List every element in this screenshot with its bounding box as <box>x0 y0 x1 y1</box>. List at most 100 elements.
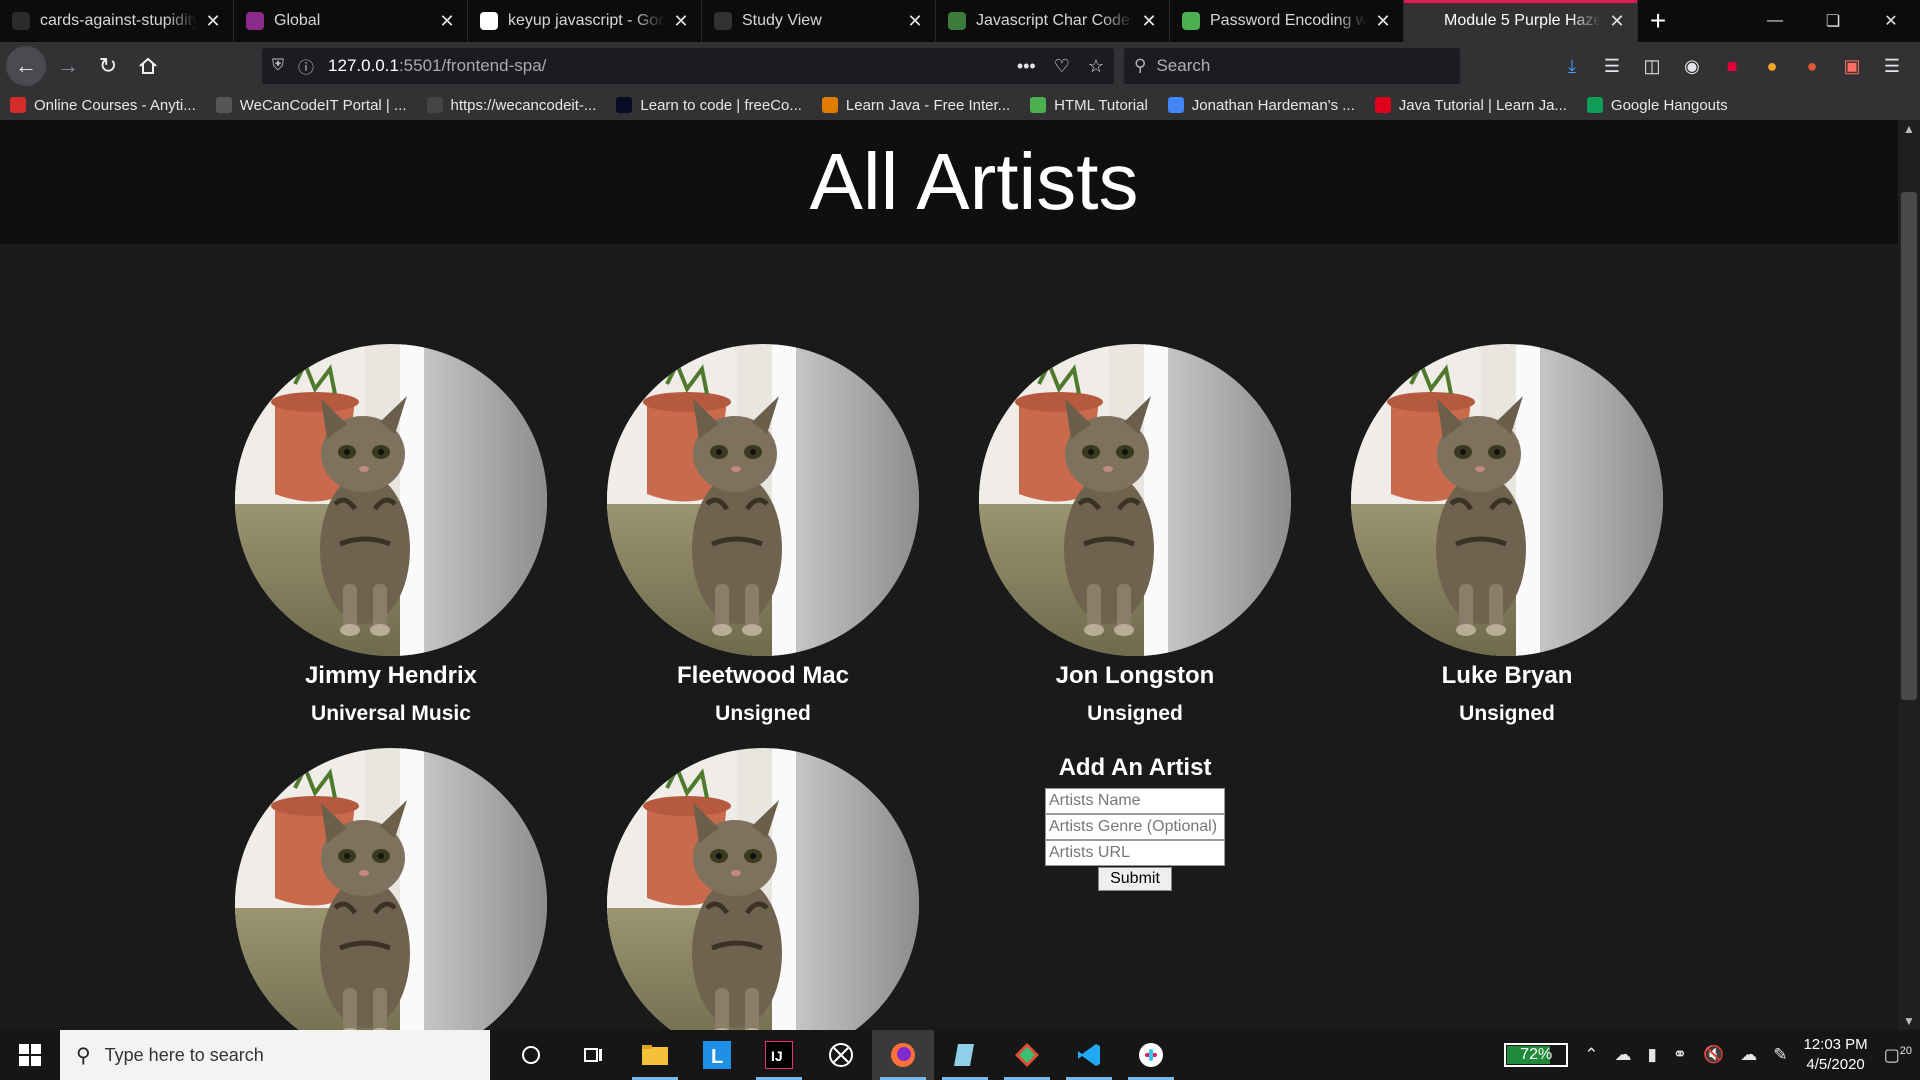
pocket-icon[interactable]: ♡ <box>1054 56 1070 77</box>
notifications-icon[interactable]: ▢20 <box>1884 1045 1912 1066</box>
restore-button[interactable]: ❏ <box>1804 0 1862 42</box>
onedrive-icon[interactable]: ☁ <box>1614 1045 1631 1065</box>
browser-tab[interactable]: Module 5 Purple Haze ✕ <box>1404 0 1638 42</box>
artist-url-input[interactable] <box>1045 840 1225 866</box>
reload-button[interactable]: ↻ <box>88 46 128 86</box>
artist-card[interactable]: Luke Bryan Unsigned <box>1351 344 1663 726</box>
scroll-down-icon[interactable]: ▼ <box>1898 1014 1920 1028</box>
tab-close-icon[interactable]: ✕ <box>671 11 691 32</box>
artist-card[interactable]: Fleetwood Mac Unsigned <box>607 344 919 726</box>
windows-icon <box>19 1044 41 1066</box>
browser-tab[interactable]: cards-against-stupidity/ ✕ <box>0 0 234 42</box>
artist-record-label: Universal Music <box>311 702 471 725</box>
vscode-icon[interactable] <box>1058 1030 1120 1080</box>
intellij-icon[interactable]: IJ <box>748 1030 810 1080</box>
back-button[interactable]: ← <box>6 46 46 86</box>
home-button[interactable] <box>128 46 168 86</box>
extension-honey-icon[interactable]: ● <box>1756 50 1788 82</box>
close-window-button[interactable]: ✕ <box>1862 0 1920 42</box>
library-icon[interactable]: ☰ <box>1596 50 1628 82</box>
bookmark-star-icon[interactable]: ☆ <box>1088 56 1104 77</box>
address-bar[interactable]: ⛨ ⓘ 127.0.0.1:5501/frontend-spa/ ••• ♡ ☆ <box>262 48 1114 84</box>
tab-close-icon[interactable]: ✕ <box>1607 11 1627 32</box>
bookmark-label: Learn to code | freeCo... <box>640 96 802 114</box>
artist-name-input[interactable] <box>1045 788 1225 814</box>
page-scrollbar[interactable]: ▲ ▼ <box>1898 120 1920 1030</box>
scroll-up-icon[interactable]: ▲ <box>1898 122 1920 136</box>
artist-card[interactable] <box>235 748 547 1030</box>
extension-duckduckgo-icon[interactable]: ● <box>1796 50 1828 82</box>
artist-card[interactable]: Jimmy Hendrix Universal Music <box>235 344 547 726</box>
task-view-icon[interactable] <box>562 1030 624 1080</box>
bookmark-favicon-icon <box>1030 97 1047 113</box>
extension-ublock-icon[interactable]: ■ <box>1716 50 1748 82</box>
page-actions-icon[interactable]: ••• <box>1017 56 1036 77</box>
navigation-toolbar: ← → ↻ ⛨ ⓘ 127.0.0.1:5501/frontend-spa/ •… <box>0 42 1920 90</box>
firefox-icon[interactable] <box>872 1030 934 1080</box>
artist-card[interactable]: Jon Longston Unsigned <box>979 344 1291 726</box>
start-button[interactable] <box>0 1030 60 1080</box>
pen-icon[interactable]: ✎ <box>1773 1045 1787 1065</box>
app-l-icon[interactable]: L <box>686 1030 748 1080</box>
extension-screenshot-icon[interactable]: ▣ <box>1836 50 1868 82</box>
tab-title: Javascript Char Codes (K <box>976 12 1133 29</box>
taskbar-search-input[interactable]: ⚲ Type here to search <box>60 1030 490 1080</box>
browser-tab[interactable]: keyup javascript - Google ✕ <box>468 0 702 42</box>
file-explorer-icon[interactable] <box>624 1030 686 1080</box>
battery-indicator[interactable]: 72% <box>1504 1043 1569 1067</box>
slack-icon[interactable] <box>1120 1030 1182 1080</box>
wifi-icon[interactable]: ⚭ <box>1673 1045 1687 1065</box>
github-icon <box>12 12 30 30</box>
cloud-upload-icon[interactable]: ☁ <box>1740 1045 1757 1065</box>
chevron-up-icon[interactable]: ⌃ <box>1584 1045 1598 1065</box>
tab-strip: cards-against-stupidity/✕ Global ✕ keyup ja… <box>0 0 1920 42</box>
bookmark-label: Java Tutorial | Learn Ja... <box>1398 96 1567 114</box>
bookmark-item[interactable]: WeCanCodeIT Portal | ... <box>215 97 407 114</box>
search-input[interactable]: ⚲ Search <box>1124 48 1460 84</box>
browser-tab[interactable]: Global ✕ <box>234 0 468 42</box>
bookmark-item[interactable]: HTML Tutorial <box>1030 97 1148 114</box>
artist-genre-input[interactable] <box>1045 814 1225 840</box>
search-icon: ⚲ <box>76 1044 91 1067</box>
forward-button[interactable]: → <box>48 46 88 86</box>
bookmark-item[interactable]: Google Hangouts <box>1586 97 1728 114</box>
tab-close-icon[interactable]: ✕ <box>203 11 223 32</box>
bookmark-item[interactable]: Learn to code | freeCo... <box>616 97 802 114</box>
cortana-icon[interactable] <box>500 1030 562 1080</box>
bookmark-label: Online Courses - Anyti... <box>34 96 196 114</box>
tab-close-icon[interactable]: ✕ <box>1139 11 1159 32</box>
bookmark-item[interactable]: https://wecancodeit-... <box>426 97 596 114</box>
bookmark-item[interactable]: Learn Java - Free Inter... <box>821 97 1010 114</box>
browser-tab[interactable]: Javascript Char Codes (K ✕ <box>936 0 1170 42</box>
artist-card[interactable] <box>607 748 919 1030</box>
minimize-button[interactable]: — <box>1746 0 1804 42</box>
clock[interactable]: 12:03 PM 4/5/2020 <box>1803 1035 1867 1075</box>
tab-close-icon[interactable]: ✕ <box>1373 11 1393 32</box>
bookmark-item[interactable]: Jonathan Hardeman's ... <box>1167 97 1355 114</box>
browser-tab[interactable]: Study View ✕ <box>702 0 936 42</box>
sourcetree-icon[interactable] <box>996 1030 1058 1080</box>
artist-photo <box>607 748 919 1030</box>
volume-muted-icon[interactable]: 🔇 <box>1703 1045 1724 1065</box>
shield-icon[interactable]: ⛨ <box>272 57 284 75</box>
new-tab-button[interactable]: + <box>1638 0 1678 42</box>
scrollbar-thumb[interactable] <box>1901 192 1917 700</box>
info-icon[interactable]: ⓘ <box>298 54 314 78</box>
add-artist-form: Add An Artist Submit <box>1045 754 1225 891</box>
add-artist-heading: Add An Artist <box>1058 754 1212 781</box>
submit-button[interactable]: Submit <box>1098 867 1172 891</box>
browser-tab[interactable]: Password Encoding with ✕ <box>1170 0 1404 42</box>
sidebar-icon[interactable]: ◫ <box>1636 50 1668 82</box>
battery-icon[interactable]: ▮ <box>1647 1045 1656 1065</box>
wecancodeit-icon <box>246 12 264 30</box>
menu-icon[interactable]: ☰ <box>1876 50 1908 82</box>
tab-close-icon[interactable]: ✕ <box>437 11 457 32</box>
notepad-icon[interactable] <box>934 1030 996 1080</box>
tab-close-icon[interactable]: ✕ <box>905 11 925 32</box>
bookmark-item[interactable]: Java Tutorial | Learn Ja... <box>1374 96 1567 114</box>
bookmark-item[interactable]: Online Courses - Anyti... <box>10 97 196 114</box>
tab-title: Module 5 Purple Haze <box>1444 12 1601 29</box>
xbox-icon[interactable] <box>810 1030 872 1080</box>
downloads-icon[interactable]: ⤓ <box>1556 50 1588 82</box>
account-icon[interactable]: ◉ <box>1676 50 1708 82</box>
